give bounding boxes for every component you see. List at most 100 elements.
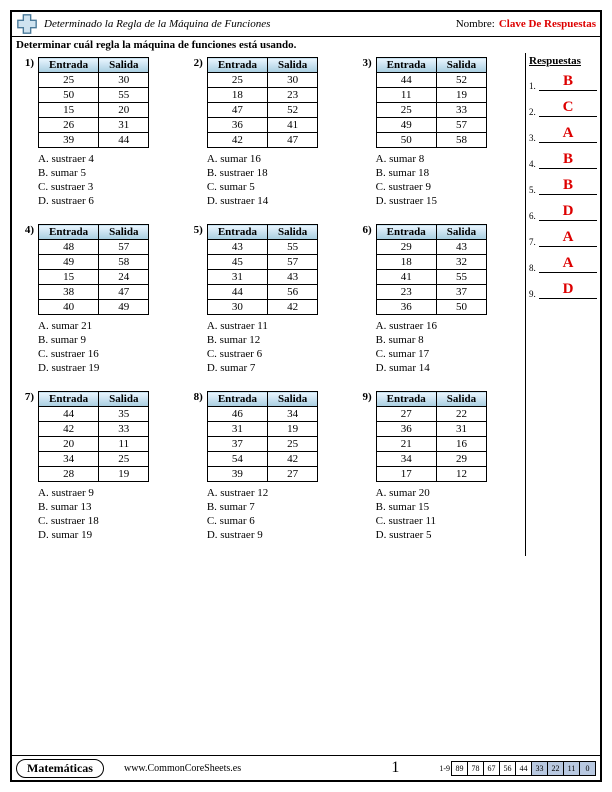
table-row: 1524 <box>39 270 149 285</box>
option: B. sumar 5 <box>38 166 149 180</box>
io-table: EntradaSalida44521119253349575058 <box>376 57 487 148</box>
table-cell: 20 <box>99 103 149 118</box>
table-cell: 42 <box>39 422 99 437</box>
table-cell: 50 <box>436 300 486 315</box>
table-cell: 15 <box>39 270 99 285</box>
table-cell: 33 <box>99 422 149 437</box>
answer-value: A <box>539 229 597 247</box>
table-cell: 58 <box>436 133 486 148</box>
io-table: EntradaSalida48574958152438474049 <box>38 224 149 315</box>
problem-body: EntradaSalida46343119372554423927A. sust… <box>207 391 318 542</box>
table-cell: 43 <box>207 240 267 255</box>
table-row: 3650 <box>376 300 486 315</box>
table-row: 5442 <box>207 452 317 467</box>
table-row: 4355 <box>207 240 317 255</box>
option: C. sustraer 6 <box>207 347 318 361</box>
col-entrada: Entrada <box>376 225 436 240</box>
table-cell: 39 <box>207 467 267 482</box>
problem: 9)EntradaSalida27223631211634291712A. su… <box>354 389 523 556</box>
option: D. sustraer 19 <box>38 361 149 375</box>
table-row: 3429 <box>376 452 486 467</box>
scale-cell: 11 <box>563 761 580 776</box>
io-table: EntradaSalida43554557314344563042 <box>207 224 318 315</box>
col-salida: Salida <box>436 225 486 240</box>
table-cell: 30 <box>207 300 267 315</box>
option: A. sumar 16 <box>207 152 318 166</box>
options: A. sumar 8B. sumar 18C. sustraer 9D. sus… <box>376 152 487 208</box>
table-row: 2011 <box>39 437 149 452</box>
table-cell: 48 <box>39 240 99 255</box>
col-entrada: Entrada <box>207 392 267 407</box>
col-salida: Salida <box>99 392 149 407</box>
table-cell: 31 <box>99 118 149 133</box>
option: D. sustraer 6 <box>38 194 149 208</box>
col-entrada: Entrada <box>207 58 267 73</box>
problem-body: EntradaSalida44354233201134252819A. sust… <box>38 391 149 542</box>
answer-key-label: Clave De Respuestas <box>499 18 596 30</box>
table-row: 3725 <box>207 437 317 452</box>
page-number: 1 <box>391 759 399 777</box>
scale-cell: 67 <box>483 761 500 776</box>
table-row: 4049 <box>39 300 149 315</box>
table-cell: 30 <box>267 73 317 88</box>
col-entrada: Entrada <box>39 225 99 240</box>
table-cell: 52 <box>436 73 486 88</box>
answer-value: D <box>539 203 597 221</box>
table-cell: 19 <box>436 88 486 103</box>
problem-body: EntradaSalida48574958152438474049A. suma… <box>38 224 149 375</box>
problem-body: EntradaSalida43554557314344563042A. sust… <box>207 224 318 375</box>
option: C. sumar 17 <box>376 347 487 361</box>
header: Determinado la Regla de la Máquina de Fu… <box>12 12 600 37</box>
table-row: 3847 <box>39 285 149 300</box>
answer-row: 6.D <box>529 203 597 221</box>
problem-body: EntradaSalida44521119253349575058A. suma… <box>376 57 487 208</box>
answer-value: A <box>539 255 597 273</box>
table-row: 1823 <box>207 88 317 103</box>
option: A. sustraer 12 <box>207 486 318 500</box>
option: C. sumar 6 <box>207 514 318 528</box>
option: B. sumar 8 <box>376 333 487 347</box>
table-row: 3944 <box>39 133 149 148</box>
table-cell: 42 <box>207 133 267 148</box>
table-row: 3927 <box>207 467 317 482</box>
table-row: 2722 <box>376 407 486 422</box>
problem-number: 6) <box>354 224 376 375</box>
table-cell: 52 <box>267 103 317 118</box>
col-salida: Salida <box>267 225 317 240</box>
table-row: 5058 <box>376 133 486 148</box>
problem-number: 8) <box>185 391 207 542</box>
answer-number: 5. <box>529 185 539 195</box>
scale-cell: 33 <box>531 761 548 776</box>
table-cell: 18 <box>207 88 267 103</box>
option: D. sustraer 9 <box>207 528 318 542</box>
col-salida: Salida <box>267 58 317 73</box>
col-salida: Salida <box>99 225 149 240</box>
table-row: 1520 <box>39 103 149 118</box>
site-url: www.CommonCoreSheets.es <box>124 763 391 774</box>
table-row: 1119 <box>376 88 486 103</box>
table-cell: 44 <box>376 73 436 88</box>
table-row: 2819 <box>39 467 149 482</box>
options: A. sustraer 11B. sumar 12C. sustraer 6D.… <box>207 319 318 375</box>
table-row: 4456 <box>207 285 317 300</box>
option: B. sustraer 18 <box>207 166 318 180</box>
answer-value: B <box>539 177 597 195</box>
table-cell: 49 <box>99 300 149 315</box>
table-row: 2631 <box>39 118 149 133</box>
table-cell: 18 <box>376 255 436 270</box>
problem: 8)EntradaSalida46343119372554423927A. su… <box>185 389 354 556</box>
table-cell: 28 <box>39 467 99 482</box>
table-cell: 29 <box>376 240 436 255</box>
instruction: Determinar cuál regla la máquina de func… <box>12 37 600 53</box>
table-row: 4958 <box>39 255 149 270</box>
table-cell: 50 <box>376 133 436 148</box>
table-cell: 15 <box>39 103 99 118</box>
answer-value: C <box>539 99 597 117</box>
col-salida: Salida <box>99 58 149 73</box>
answer-value: D <box>539 281 597 299</box>
table-cell: 24 <box>99 270 149 285</box>
table-cell: 49 <box>376 118 436 133</box>
io-table: EntradaSalida44354233201134252819 <box>38 391 149 482</box>
table-cell: 57 <box>267 255 317 270</box>
problem-number: 2) <box>185 57 207 208</box>
